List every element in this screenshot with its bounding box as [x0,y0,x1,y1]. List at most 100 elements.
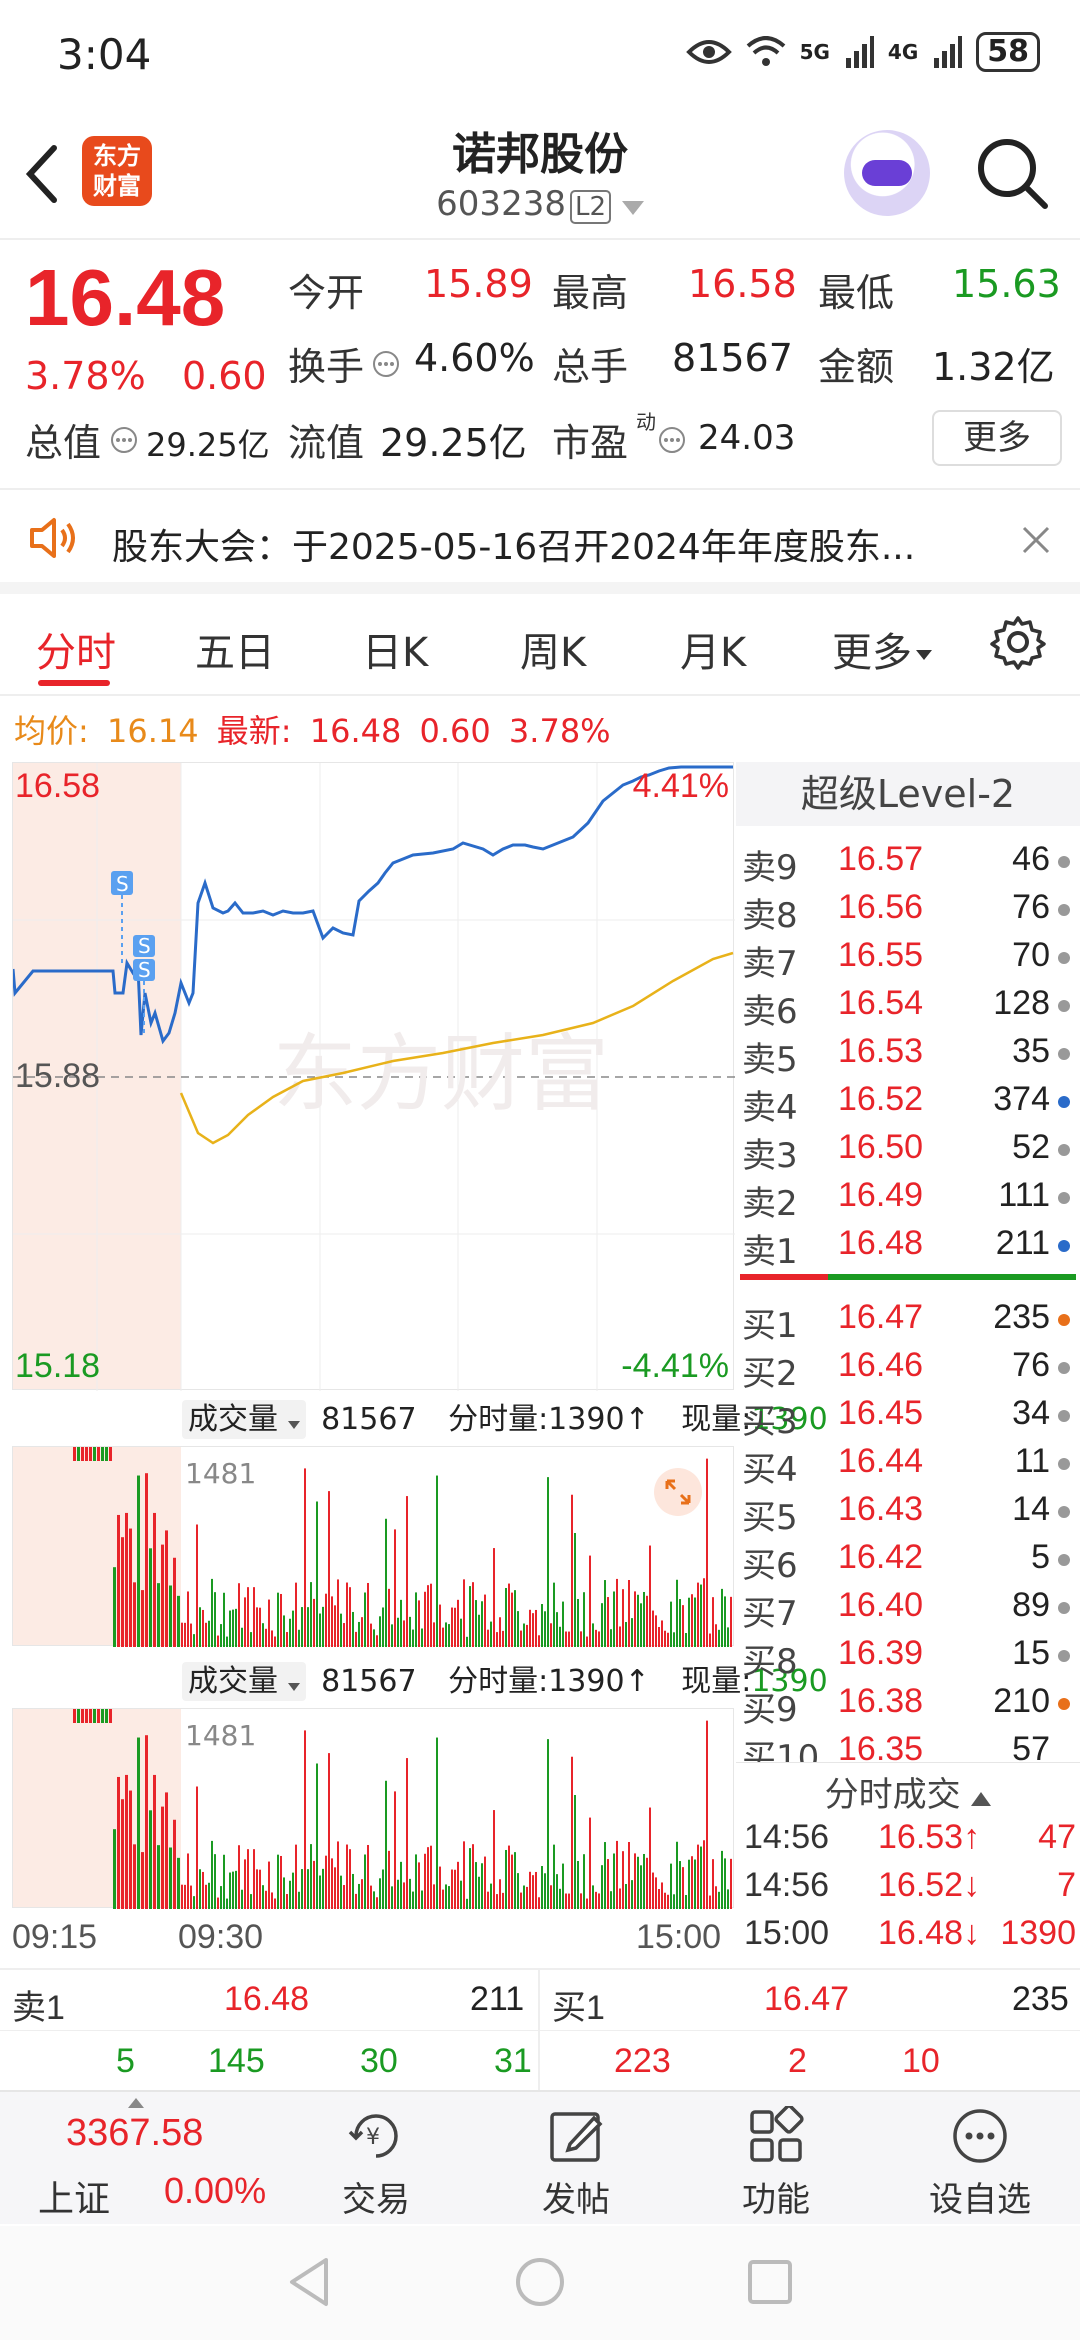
index-widget[interactable]: 3367.58 上证 0.00% [0,2092,266,2226]
tab-intraday[interactable]: 分时 [36,620,116,678]
volume-bar [271,1892,273,1909]
bid-row[interactable]: 买1 16.47 235 [736,1298,1080,1346]
system-home-icon[interactable] [514,2256,566,2308]
notice-bar[interactable]: 股东大会：于2025-05-16召开2024年年度股东... [0,492,1080,594]
volume-bar [397,1879,399,1909]
volume-bar [556,1612,558,1647]
volume-chart-1[interactable]: 1481 [12,1446,734,1647]
trade-time: 14:56 [744,1818,830,1856]
volume-bar [328,1753,330,1909]
volume-bar [193,1896,195,1909]
volume-bar [223,1592,225,1647]
volume-bar [361,1617,363,1647]
volume-bar [316,1501,318,1647]
order-book-title[interactable]: 超级Level-2 [736,762,1080,826]
bid-ask-ratio-bar [740,1274,1076,1280]
system-recents-icon[interactable] [746,2258,794,2306]
ask-dot [1058,1144,1070,1156]
volume-bar [77,1709,80,1723]
volume-bar [430,1583,432,1647]
bid-row[interactable]: 买7 16.40 89 [736,1586,1080,1634]
tick-trades-header[interactable]: 分时成交 [736,1762,1080,1815]
bid-row[interactable]: 买6 16.42 5 [736,1538,1080,1586]
volume-bar [268,1599,270,1647]
volume-bar [550,1623,552,1647]
volume-bar [427,1585,429,1647]
volume-indicator-select-1[interactable]: 成交量 [182,1400,306,1439]
info-dots-icon-2[interactable] [110,426,138,454]
nav-add-watchlist-label: 设自选 [929,2180,1031,2220]
close-icon[interactable] [1020,524,1052,556]
volume-bar [604,1580,606,1647]
volume-bar [256,1869,258,1909]
intraday-chart[interactable]: 东方财富 S S S 16.58 15.88 15.18 4.41% -4.41… [12,762,735,1391]
ask-qty: 374 [993,1080,1050,1118]
bid-level-label: 买9 [742,1690,798,1730]
bid-row[interactable]: 买2 16.46 76 [736,1346,1080,1394]
volume-bar [196,1524,198,1647]
ask-row[interactable]: 卖8 16.56 76 [736,888,1080,936]
volume-bar [391,1886,393,1909]
ask-row[interactable]: 卖9 16.57 46 [736,840,1080,888]
bid-row[interactable]: 买4 16.44 11 [736,1442,1080,1490]
system-back-icon[interactable] [286,2256,334,2308]
nav-functions[interactable]: 功能 [668,2092,884,2226]
bid-qty: 14 [1012,1490,1050,1528]
volume-indicator-select-2[interactable]: 成交量 [182,1662,306,1701]
tab-monthly-k[interactable]: 月K [680,620,746,678]
ask-row[interactable]: 卖6 16.54 128 [736,984,1080,1032]
ask-row[interactable]: 卖2 16.49 111 [736,1176,1080,1224]
volume-bar [691,1594,693,1647]
ask-row[interactable]: 卖3 16.50 52 [736,1128,1080,1176]
bid-level-label: 买5 [742,1498,798,1538]
trade-price: 16.48↓ [878,1914,981,1952]
ask-price: 16.55 [838,936,924,974]
nav-trade[interactable]: ¥ 交易 [268,2092,484,2226]
more-button[interactable]: 更多 [932,410,1062,466]
ask-row[interactable]: 卖7 16.55 70 [736,936,1080,984]
bid-row[interactable]: 买8 16.39 15 [736,1634,1080,1682]
volume-chart-2[interactable]: 1481 [12,1708,734,1909]
info-dots-icon-3[interactable] [658,426,686,454]
status-time: 3:04 [57,30,152,79]
ask-row[interactable]: 卖5 16.53 35 [736,1032,1080,1080]
bid-row[interactable]: 买3 16.45 34 [736,1394,1080,1442]
tab-five-day[interactable]: 五日 [195,620,275,678]
expand-icon[interactable] [653,1467,703,1517]
ask-level-label: 卖8 [742,896,798,936]
y-low-label: 15.18 [15,1347,101,1385]
ask-dot [1058,1192,1070,1204]
ask-row[interactable]: 卖1 16.48 211 [736,1224,1080,1272]
settings-gear-icon[interactable] [990,614,1046,670]
volume-bar [445,1622,447,1647]
volume-bar [511,1592,513,1647]
bid-row[interactable]: 买5 16.43 14 [736,1490,1080,1538]
nav-post[interactable]: 发帖 [468,2092,684,2226]
bid-level-label: 买6 [742,1546,798,1586]
tab-daily-k[interactable]: 日K [362,620,428,678]
volume-bar [81,1709,84,1723]
info-dots-icon[interactable] [372,350,400,378]
volume-bar [514,1590,516,1647]
ask-price: 16.50 [838,1128,924,1166]
volume-bar [715,1886,717,1909]
assistant-robot-avatar[interactable] [844,130,930,216]
volume-bar [562,1863,564,1909]
volume-bar [271,1630,273,1647]
volume-bar [334,1867,336,1909]
float-label: 流值 [288,421,365,465]
search-icon[interactable] [975,136,1051,212]
volume-bar [85,1447,88,1461]
volume-bar [286,1894,288,1909]
ask-row[interactable]: 卖4 16.52 374 [736,1080,1080,1128]
volume-bar [511,1854,513,1909]
tab-weekly-k[interactable]: 周K [520,620,586,678]
tab-more[interactable]: 更多 [832,620,932,678]
bid-row[interactable]: 买9 16.38 210 [736,1682,1080,1730]
pe-label: 市盈 [552,421,629,465]
volume-bar [493,1548,495,1647]
nav-add-watchlist[interactable]: 设自选 [872,2092,1080,2226]
volume-bar [421,1628,423,1647]
volume-bar [89,1709,92,1723]
volume-bar [622,1589,624,1647]
